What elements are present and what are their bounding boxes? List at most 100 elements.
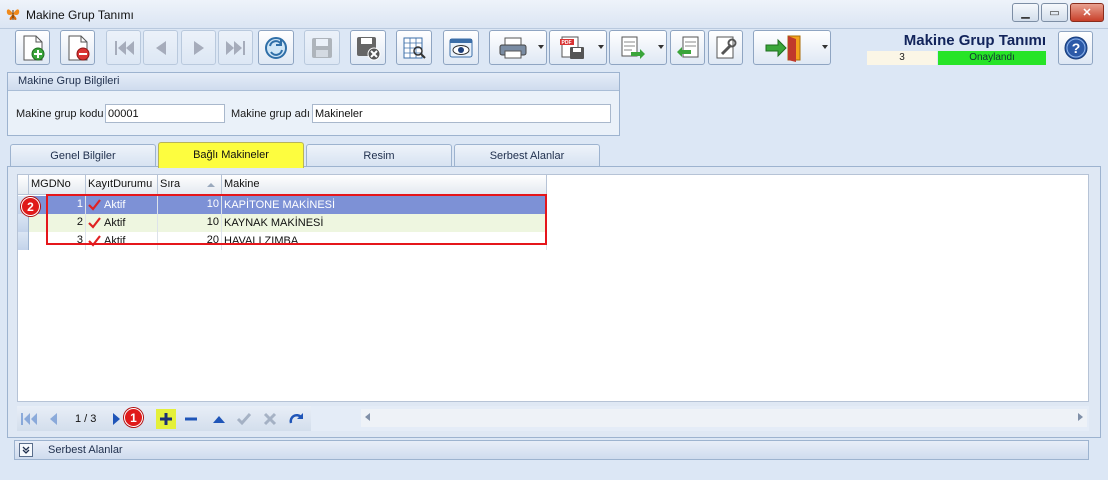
- printer-icon: [499, 37, 527, 58]
- module-title: Makine Grup Tanımı: [903, 32, 1046, 49]
- view-button[interactable]: [443, 30, 479, 65]
- row-indicator-header: [18, 175, 29, 195]
- pdf-export-button[interactable]: PDF: [549, 30, 607, 65]
- section-label: Serbest Alanlar: [48, 444, 123, 456]
- butterfly-logo-icon: [6, 9, 20, 20]
- title-bar: Makine Grup Tanımı ▁ ▭ ✕: [0, 0, 1108, 29]
- annotation-badge-add: 1: [124, 408, 143, 427]
- tab-genel-bilgiler[interactable]: Genel Bilgiler: [10, 144, 156, 167]
- rows-highlight-box: [46, 194, 547, 245]
- annotation-badge-rows: 2: [21, 197, 40, 216]
- next-record-button[interactable]: [181, 30, 216, 65]
- help-button[interactable]: ?: [1058, 31, 1093, 65]
- first-record-icon: [21, 413, 37, 425]
- chevron-down-icon: [598, 45, 604, 49]
- document-import-icon: [676, 36, 698, 57]
- x-icon: [263, 412, 277, 426]
- svg-text:?: ?: [1071, 40, 1080, 56]
- nav-edit-button[interactable]: [209, 409, 229, 429]
- column-header-sira[interactable]: Sıra: [158, 175, 222, 195]
- serbest-alanlar-section[interactable]: Serbest Alanlar: [14, 440, 1089, 460]
- first-record-icon: [114, 40, 134, 55]
- status-badge: Onaylandı: [938, 51, 1046, 65]
- expand-icon[interactable]: [19, 443, 33, 457]
- column-header-makine[interactable]: Makine: [222, 175, 547, 195]
- triangle-up-icon: [213, 416, 225, 423]
- redo-arrow-icon: [289, 413, 303, 424]
- horizontal-scrollbar[interactable]: [361, 409, 1087, 427]
- window-title: Makine Grup Tanımı: [26, 8, 134, 22]
- svg-text:PDF: PDF: [562, 40, 572, 46]
- group-code-input[interactable]: [105, 104, 225, 123]
- check-icon: [236, 413, 252, 426]
- exit-button[interactable]: [753, 30, 831, 65]
- row-indicator: [18, 214, 29, 232]
- chevron-down-icon: [538, 45, 544, 49]
- maximize-icon: ▭: [1049, 7, 1060, 19]
- print-button[interactable]: [489, 30, 547, 65]
- nav-post-button[interactable]: [234, 409, 254, 429]
- report-preview-button[interactable]: [396, 30, 432, 65]
- column-header-kayitdurumu[interactable]: KayıtDurumu: [86, 175, 158, 195]
- previous-record-icon: [155, 40, 166, 55]
- document-import-button[interactable]: [670, 30, 705, 65]
- nav-cancel-button[interactable]: [260, 409, 280, 429]
- last-record-icon: [225, 40, 245, 55]
- save-cancel-icon: [357, 36, 381, 60]
- grid-navigator: 1 / 3: [17, 406, 1089, 431]
- group-name-input[interactable]: [312, 104, 611, 123]
- record-count: 3: [867, 51, 937, 65]
- machine-group-panel: Makine Grup Bilgileri Makine grup kodu M…: [7, 72, 620, 136]
- report-preview-icon: [403, 37, 426, 59]
- scroll-left-icon[interactable]: [365, 413, 370, 421]
- last-record-button[interactable]: [218, 30, 253, 65]
- nav-first-button[interactable]: [19, 409, 39, 429]
- tools-button[interactable]: [708, 30, 743, 65]
- maximize-button[interactable]: ▭: [1041, 3, 1068, 22]
- scroll-right-icon[interactable]: [1078, 413, 1083, 421]
- group-code-label: Makine grup kodu: [16, 108, 104, 120]
- document-export-icon: [621, 36, 645, 59]
- nav-delete-button[interactable]: [181, 409, 201, 429]
- exit-door-icon: [765, 35, 801, 62]
- new-button[interactable]: [15, 30, 50, 65]
- refresh-icon: [265, 36, 287, 59]
- document-export-button[interactable]: [609, 30, 667, 65]
- new-document-icon: [23, 35, 44, 60]
- chevron-down-icon: [658, 45, 664, 49]
- minus-icon: [185, 417, 197, 421]
- chevron-down-icon: [822, 45, 828, 49]
- nav-refresh-button[interactable]: [287, 409, 307, 429]
- previous-record-button[interactable]: [143, 30, 178, 65]
- tools-icon: [716, 36, 736, 58]
- sira-label: Sıra: [160, 178, 181, 190]
- close-icon: ✕: [1082, 7, 1092, 19]
- first-record-button[interactable]: [106, 30, 141, 65]
- group-name-label: Makine grup adı: [231, 108, 310, 120]
- minimize-icon: ▁: [1021, 7, 1030, 19]
- close-button[interactable]: ✕: [1070, 3, 1104, 22]
- next-record-icon: [113, 413, 120, 425]
- nav-add-button[interactable]: [156, 409, 176, 429]
- previous-record-icon: [50, 413, 57, 425]
- save-icon: [312, 37, 332, 58]
- tab-bagli-makineler[interactable]: Bağlı Makineler: [158, 142, 304, 168]
- nav-prev-button[interactable]: [43, 409, 63, 429]
- view-eye-icon: [449, 38, 473, 57]
- tab-resim[interactable]: Resim: [306, 144, 452, 167]
- delete-button[interactable]: [60, 30, 95, 65]
- delete-document-icon: [68, 35, 89, 60]
- next-record-icon: [193, 40, 204, 55]
- pdf-export-icon: PDF: [560, 36, 584, 59]
- column-header-mgdno[interactable]: MGDNo: [29, 175, 86, 195]
- page-info: 1 / 3: [75, 413, 97, 425]
- save-button[interactable]: [304, 30, 340, 65]
- save-cancel-button[interactable]: [350, 30, 386, 65]
- tab-serbest-alanlar[interactable]: Serbest Alanlar: [454, 144, 600, 167]
- minimize-button[interactable]: ▁: [1012, 3, 1039, 22]
- row-indicator: [18, 232, 29, 250]
- help-icon: ?: [1064, 36, 1087, 60]
- group-title: Makine Grup Bilgileri: [8, 73, 619, 91]
- refresh-button[interactable]: [258, 30, 294, 65]
- plus-icon: [160, 413, 172, 425]
